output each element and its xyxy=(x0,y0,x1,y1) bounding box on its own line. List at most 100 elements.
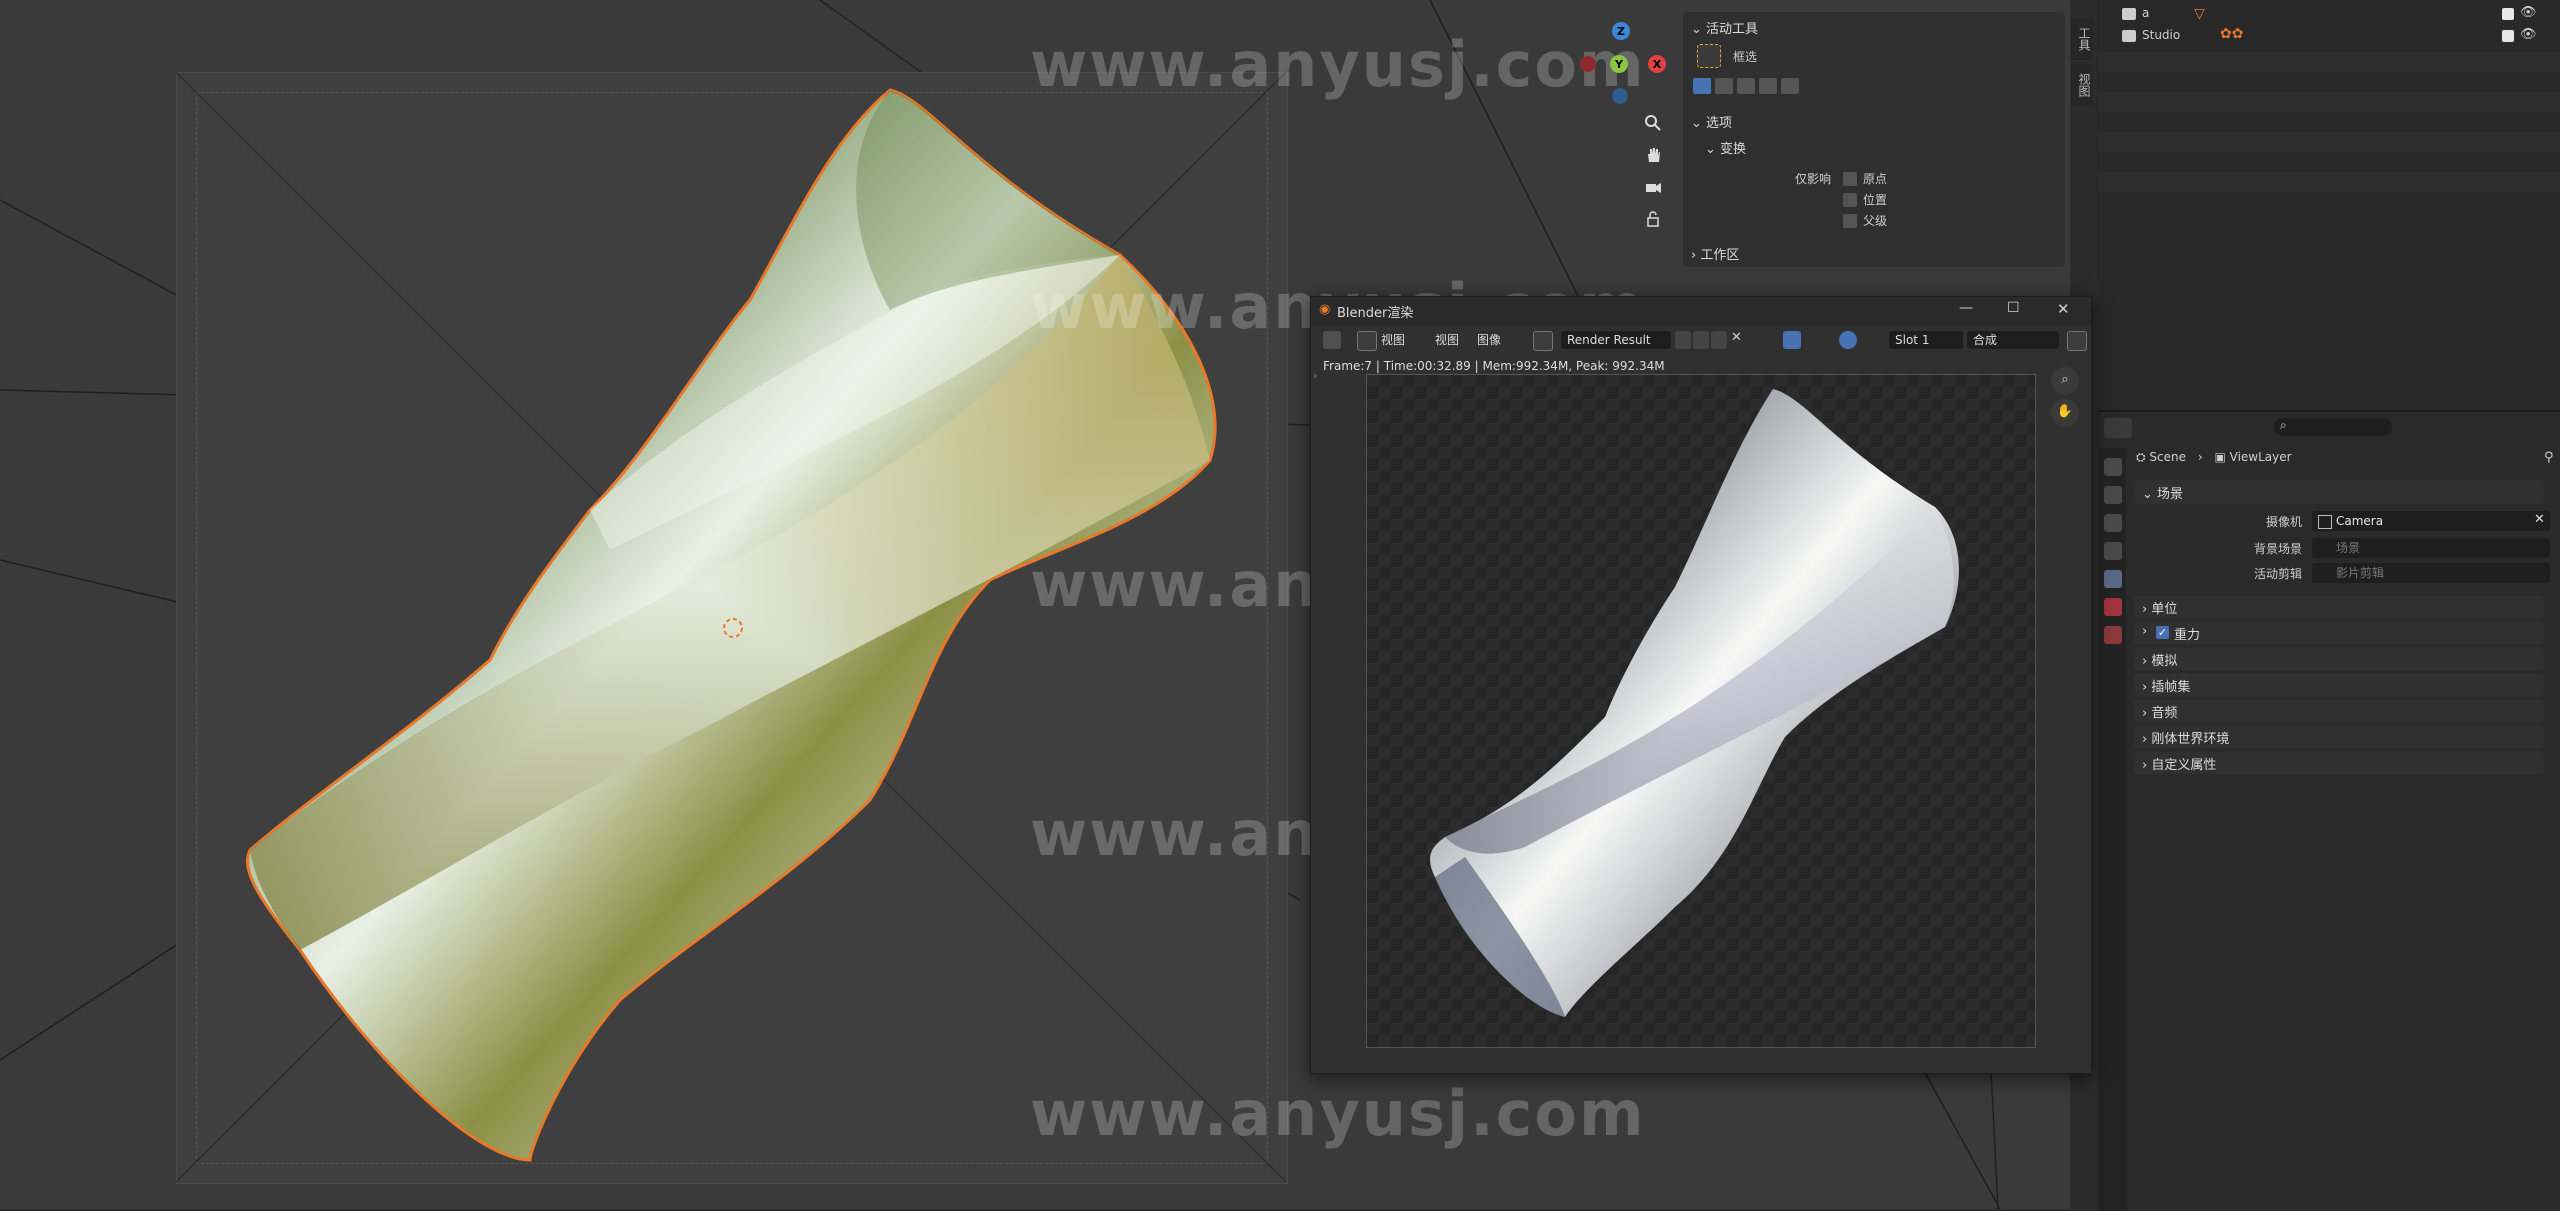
scene-panel-title: ⌄ 场景 xyxy=(2142,487,2184,502)
tab-tool-icon[interactable] xyxy=(2104,458,2122,476)
tab-scene-icon[interactable] xyxy=(2104,570,2122,588)
search-icon: ⌕ xyxy=(2280,418,2287,432)
open-image-icon[interactable] xyxy=(1711,331,1727,349)
maximize-icon[interactable]: ☐ xyxy=(2007,300,2020,316)
menu-image[interactable]: 图像 xyxy=(1477,330,1501,350)
rigid-body-world-title: › 刚体世界环境 xyxy=(2142,732,2230,747)
render-title-bar[interactable]: ◉ Blender渲染 — ☐ ✕ xyxy=(1311,297,2091,325)
outliner-row-1-label[interactable]: a xyxy=(2142,6,2149,20)
mode-intersect-icon[interactable] xyxy=(1781,78,1799,94)
affect-origin-checkbox[interactable] xyxy=(1843,172,1857,186)
lock-view-icon[interactable] xyxy=(1638,204,1668,234)
row-2-visibility-icon[interactable]: 👁 xyxy=(2520,27,2537,42)
affect-parent-label: 父级 xyxy=(1863,214,1888,228)
display-channels-icon[interactable] xyxy=(1839,331,1857,349)
options-header[interactable]: ⌄ 选项 xyxy=(1691,112,1732,131)
watermark-5: www.anyusj.com xyxy=(1030,1077,1646,1150)
row-1-checkbox[interactable] xyxy=(2502,8,2514,20)
rigid-body-world-panel[interactable]: › 刚体世界环境 xyxy=(2134,726,2544,748)
gizmo-neg-x[interactable] xyxy=(1580,56,1596,72)
tab-texture-icon[interactable] xyxy=(2104,626,2122,644)
sidebar-tool-panel: ⌄ 活动工具 框选 ⌄ 选项 ⌄ 变换 仅影响 原点 位置 父级 › 工作区 xyxy=(1683,12,2065,267)
camera-view-icon[interactable] xyxy=(1638,172,1668,202)
image-mode-icon[interactable] xyxy=(1357,331,1377,351)
breadcrumb-view-layer[interactable]: ViewLayer xyxy=(2230,450,2292,464)
image-name-text: Render Result xyxy=(1567,333,1651,347)
gravity-chevron: › xyxy=(2142,624,2148,639)
properties-tab-bar xyxy=(2098,448,2126,1211)
zoom-view-icon[interactable] xyxy=(1638,108,1668,138)
workspace-header[interactable]: › 工作区 xyxy=(1691,244,1739,263)
affect-parent-checkbox[interactable] xyxy=(1843,214,1857,228)
background-scene-field[interactable]: 场景 xyxy=(2312,538,2550,558)
gravity-panel[interactable]: › ✓ 重力 xyxy=(2134,622,2544,644)
tab-render-icon[interactable] xyxy=(2104,486,2122,504)
tab-output-icon[interactable] xyxy=(2104,514,2122,532)
camera-field[interactable]: Camera xyxy=(2312,511,2550,531)
mode-subtract-icon[interactable] xyxy=(1737,78,1755,94)
fake-user-icon[interactable] xyxy=(1675,331,1691,349)
affect-origin-label: 原点 xyxy=(1863,172,1888,186)
close-icon[interactable]: ✕ xyxy=(2057,300,2070,318)
pan-view-icon[interactable] xyxy=(1638,140,1668,170)
breadcrumb: ⛭ Scene › ▣ ViewLayer xyxy=(2136,450,2292,465)
mode-new-icon[interactable] xyxy=(1693,78,1711,94)
sample-tool-icon[interactable] xyxy=(1783,331,1801,349)
affect-location-checkbox[interactable] xyxy=(1843,193,1857,207)
gravity-checkbox[interactable]: ✓ xyxy=(2156,626,2169,639)
collection-icon xyxy=(2122,8,2136,20)
gizmo-z-axis[interactable]: Z xyxy=(1612,22,1630,40)
audio-title: › 音频 xyxy=(2142,706,2178,721)
image-browse-icon[interactable] xyxy=(1533,331,1553,351)
editor-type-icon[interactable] xyxy=(1323,331,1341,349)
rendered-object xyxy=(1430,389,1959,1017)
scene-panel-header[interactable]: ⌄ 场景 xyxy=(2134,480,2544,504)
render-slot-menu-icon[interactable] xyxy=(2067,331,2087,351)
active-tool-header[interactable]: ⌄ 活动工具 xyxy=(1691,18,1758,37)
tab-tool[interactable]: 工具 xyxy=(2071,18,2093,60)
custom-properties-panel[interactable]: › 自定义属性 xyxy=(2134,752,2544,774)
slot-dropdown[interactable]: Slot 1 xyxy=(1889,331,1963,349)
unlink-image-icon[interactable]: ✕ xyxy=(1731,330,1742,345)
transform-header[interactable]: ⌄ 变换 xyxy=(1705,138,1746,157)
properties-search-input[interactable]: ⌕ xyxy=(2274,418,2392,436)
layer-text: 合成 xyxy=(1973,333,1998,347)
gizmo-neg-z[interactable] xyxy=(1612,88,1628,104)
image-name-field[interactable]: Render Result xyxy=(1561,331,1671,349)
outliner-row-2-label[interactable]: Studio xyxy=(2142,28,2180,42)
clear-camera-icon[interactable]: ✕ xyxy=(2534,512,2545,527)
tool-name: 框选 xyxy=(1733,50,1758,64)
tab-world-icon[interactable] xyxy=(2104,598,2122,616)
toolbar-expand-icon[interactable]: › xyxy=(1313,369,1317,382)
camera-object-icon xyxy=(2318,515,2332,529)
render-canvas[interactable] xyxy=(1366,374,2036,1048)
units-panel[interactable]: › 单位 xyxy=(2134,596,2544,618)
row-2-checkbox[interactable] xyxy=(2502,30,2514,42)
editor-type-dropdown[interactable] xyxy=(2104,418,2132,438)
layer-dropdown[interactable]: 合成 xyxy=(1967,331,2059,349)
active-clip-field[interactable]: 影片剪辑 xyxy=(2312,563,2550,583)
tab-view[interactable]: 视图 xyxy=(2071,64,2093,106)
breadcrumb-scene[interactable]: Scene xyxy=(2149,450,2186,464)
keying-sets-title: › 插帧集 xyxy=(2142,680,2191,695)
pin-icon[interactable]: ⚲ xyxy=(2544,450,2554,465)
menu-view-2[interactable]: 视图 xyxy=(1435,330,1459,350)
render-zoom-icon[interactable]: ⌕ xyxy=(2051,367,2079,395)
gizmo-x-axis[interactable]: X xyxy=(1648,55,1666,73)
audio-panel[interactable]: › 音频 xyxy=(2134,700,2544,722)
new-image-icon[interactable] xyxy=(1693,331,1709,349)
mode-extend-icon[interactable] xyxy=(1715,78,1733,94)
row-1-visibility-icon[interactable]: 👁 xyxy=(2520,5,2537,20)
tab-view-layer-icon[interactable] xyxy=(2104,542,2122,560)
keying-sets-panel[interactable]: › 插帧集 xyxy=(2134,674,2544,696)
select-box-tool-icon[interactable] xyxy=(1697,44,1721,68)
render-pan-icon[interactable]: ✋ xyxy=(2051,399,2079,427)
twisted-object[interactable] xyxy=(230,80,1250,1170)
mode-invert-icon[interactable] xyxy=(1759,78,1777,94)
watermark-1: www.anyusj.com xyxy=(1030,28,1646,101)
gizmo-y-axis[interactable]: Y xyxy=(1610,55,1628,73)
gravity-title: 重力 xyxy=(2174,628,2201,643)
minimize-icon[interactable]: — xyxy=(1959,300,1973,316)
menu-view-1[interactable]: 视图 xyxy=(1381,330,1405,350)
simulation-panel[interactable]: › 模拟 xyxy=(2134,648,2544,670)
